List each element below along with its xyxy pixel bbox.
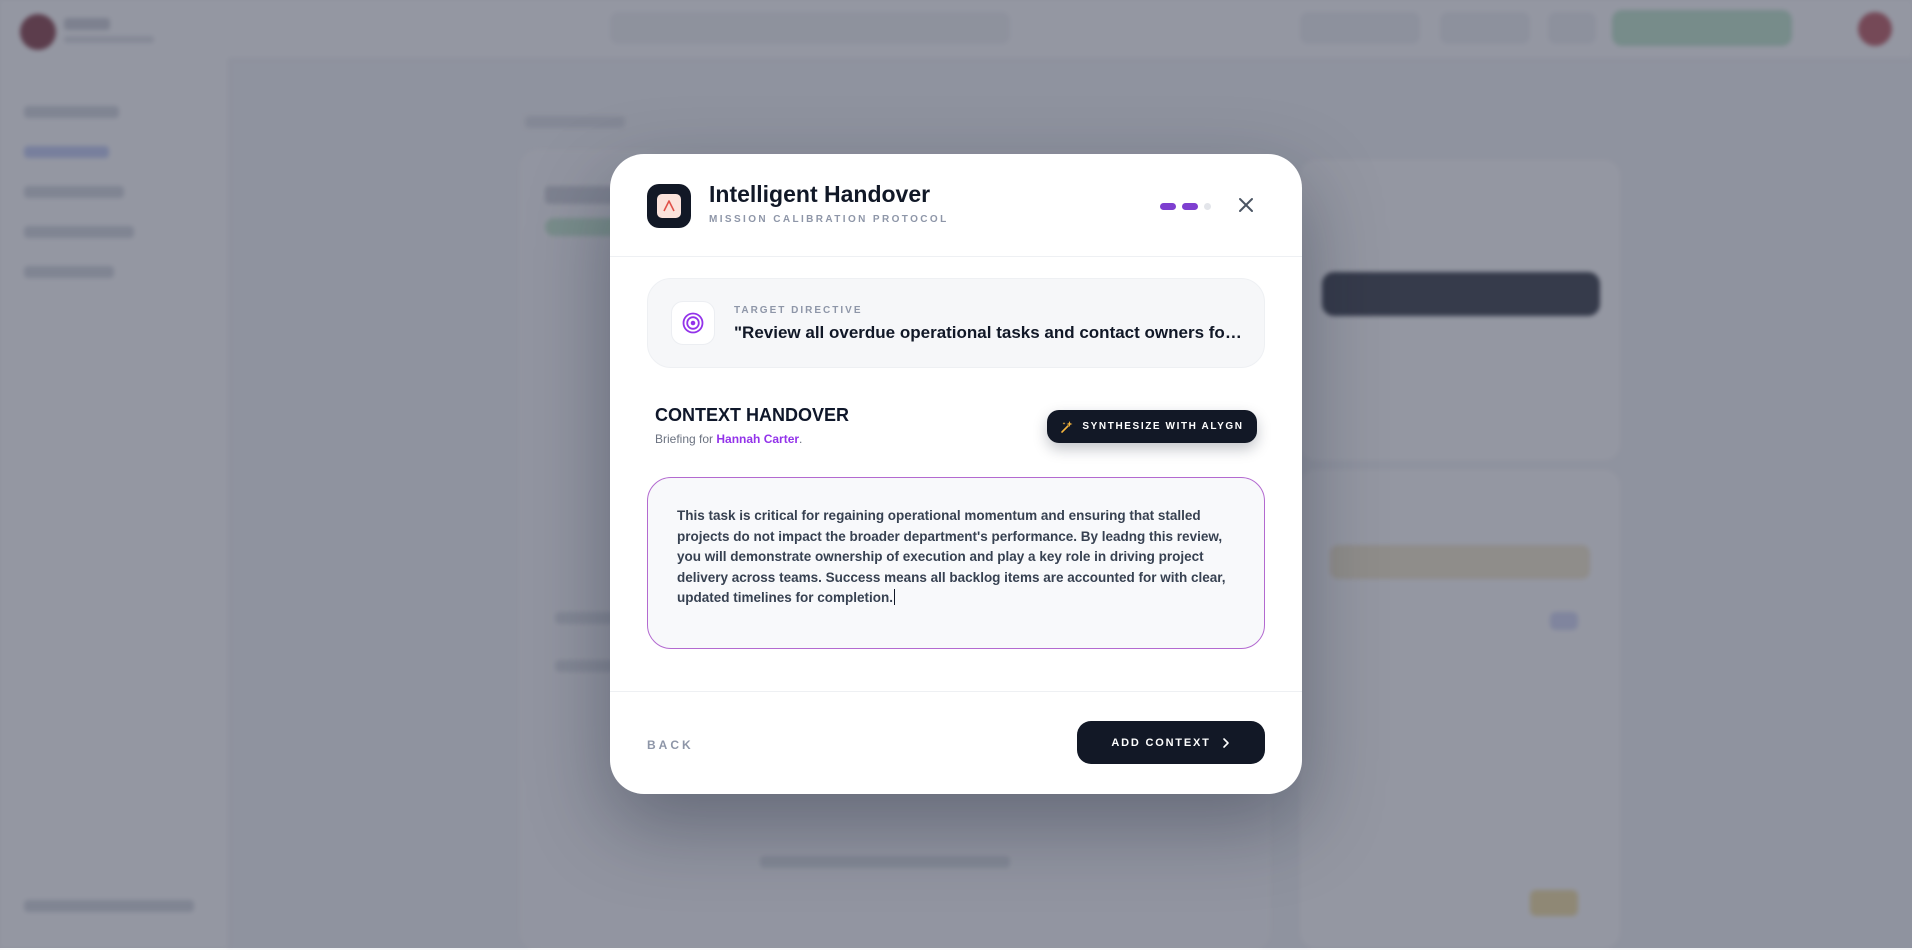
context-text: This task is critical for regaining oper…: [677, 508, 1226, 605]
target-directive-card: TARGET DIRECTIVE "Review all overdue ope…: [647, 278, 1265, 368]
brand-logo-icon: [647, 184, 691, 228]
back-button[interactable]: BACK: [647, 738, 694, 752]
context-textarea[interactable]: This task is critical for regaining oper…: [647, 477, 1265, 649]
modal-footer: BACK ADD CONTEXT: [610, 691, 1302, 794]
recipient-name: Hannah Carter: [716, 432, 800, 446]
briefing-suffix: .: [799, 432, 803, 446]
chevron-right-icon: [1222, 737, 1229, 748]
directive-label: TARGET DIRECTIVE: [734, 305, 863, 316]
synthesize-label: SYNTHESIZE WITH ALYGN: [1082, 421, 1244, 432]
close-button[interactable]: [1234, 193, 1258, 217]
sparkle-icon: [1061, 420, 1073, 433]
context-title: CONTEXT HANDOVER: [655, 405, 850, 425]
text-caret: [894, 589, 896, 605]
step-indicator-2: [1182, 203, 1198, 210]
modal-title: Intelligent Handover: [709, 181, 931, 207]
add-context-label: ADD CONTEXT: [1111, 736, 1211, 749]
modal-header: Intelligent Handover MISSION CALIBRATION…: [610, 154, 1302, 257]
target-icon: [671, 301, 715, 345]
synthesize-button[interactable]: SYNTHESIZE WITH ALYGN: [1047, 410, 1257, 443]
step-indicator-3: [1204, 203, 1211, 210]
step-indicator-1: [1160, 203, 1176, 210]
briefing-prefix: Briefing for: [655, 432, 717, 446]
add-context-button[interactable]: ADD CONTEXT: [1077, 721, 1265, 764]
handover-modal: Intelligent Handover MISSION CALIBRATION…: [610, 154, 1302, 794]
modal-subtitle: MISSION CALIBRATION PROTOCOL: [709, 214, 949, 225]
directive-text: "Review all overdue operational tasks an…: [734, 323, 1244, 342]
close-icon: [1239, 198, 1253, 212]
briefing-line: Briefing for Hannah Carter.: [655, 432, 802, 446]
